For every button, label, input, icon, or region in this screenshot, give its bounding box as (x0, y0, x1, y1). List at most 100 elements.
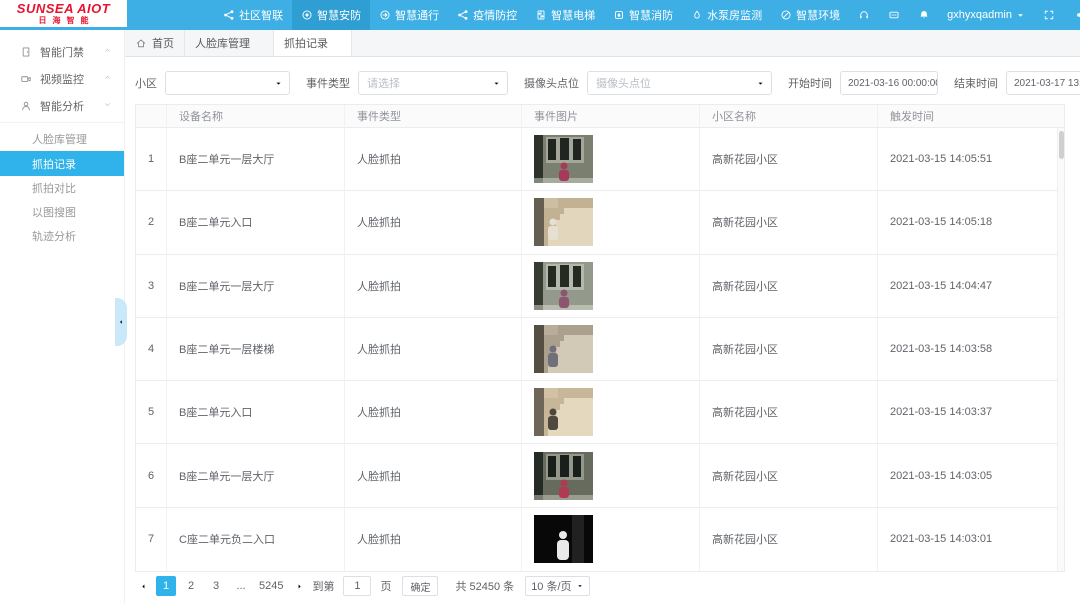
community-select[interactable] (165, 71, 290, 95)
event-snapshot-image[interactable] (534, 515, 593, 563)
person-icon (20, 100, 32, 112)
shield-target-icon (301, 9, 313, 21)
page-size-value: 10 条/页 (531, 578, 571, 594)
page-size-select[interactable]: 10 条/页 (525, 576, 589, 596)
top-nav-item-label: 智慧环境 (796, 7, 840, 23)
page-button[interactable]: 1 (156, 576, 176, 596)
pagination: 123...5245 到第 页 确定 共 52450 条 10 条/页 (135, 574, 590, 598)
community-name-cell: 高新花园小区 (700, 318, 878, 381)
row-index: 7 (136, 508, 167, 571)
bell-icon (918, 9, 930, 21)
sidebar-group-2[interactable]: 视频监控 (0, 65, 124, 92)
top-nav-item[interactable]: 智慧通行 (370, 0, 448, 30)
community-name-cell: 高新花园小区 (700, 508, 878, 571)
top-nav-item-label: 智慧电梯 (551, 7, 595, 23)
end-time-input[interactable]: 2021-03-17 13:06:04 (1006, 71, 1080, 95)
top-nav-item[interactable]: 智慧环境 (771, 0, 849, 30)
tab-label: 首页 (152, 35, 174, 51)
page-button[interactable]: 3 (206, 576, 226, 596)
page-ellipsis: ... (231, 576, 251, 596)
trigger-time-cell: 2021-03-15 14:05:51 (878, 128, 1064, 191)
goto-confirm-button[interactable]: 确定 (402, 576, 438, 596)
event-snapshot-image[interactable] (534, 135, 593, 183)
sidebar-item-label: 轨迹分析 (32, 228, 76, 244)
row-index: 6 (136, 444, 167, 507)
sidebar-item[interactable]: 以图搜图 (0, 200, 124, 224)
event-snapshot-image[interactable] (534, 262, 593, 310)
event-snapshot-image[interactable] (534, 325, 593, 373)
column-header: 设备名称 (167, 105, 345, 128)
network-icon (223, 9, 235, 21)
camera-icon (20, 73, 32, 85)
tab-close-icon[interactable] (333, 39, 341, 47)
fullscreen-button[interactable] (1033, 9, 1065, 21)
sidebar-group-label: 智能分析 (40, 98, 84, 114)
event-snapshot-image[interactable] (534, 198, 593, 246)
table-row: 5B座二单元入口人脸抓拍高新花园小区2021-03-15 14:03:37 (136, 381, 1064, 444)
sidebar-item[interactable]: 抓拍记录 (0, 151, 124, 176)
event-snapshot-image[interactable] (534, 452, 593, 500)
camera-select[interactable]: 摄像头点位 (587, 71, 772, 95)
top-nav-item[interactable]: 智慧消防 (604, 0, 682, 30)
elevator-icon (535, 9, 547, 21)
user-menu[interactable]: gxhyxqadmin (939, 0, 1033, 30)
logo: SUNSEA AIOT 日海智能 (0, 0, 127, 27)
sidebar-item[interactable]: 抓拍对比 (0, 176, 124, 200)
bell-button[interactable] (909, 0, 939, 30)
event-type-cell: 人脸抓拍 (345, 318, 522, 381)
table-row: 2B座二单元入口人脸抓拍高新花园小区2021-03-15 14:05:18 (136, 191, 1064, 254)
page-button[interactable]: 5245 (256, 576, 286, 596)
device-name-cell: B座二单元一层大厅 (167, 444, 345, 507)
end-time-label: 结束时间 (954, 75, 998, 91)
row-index: 2 (136, 191, 167, 254)
headset-button[interactable] (849, 0, 879, 30)
home-icon (135, 37, 147, 49)
next-page-button[interactable] (291, 576, 307, 596)
top-nav-item[interactable]: 水泵房监测 (682, 0, 771, 30)
scrollbar-thumb[interactable] (1059, 131, 1064, 159)
tab-2[interactable]: 人脸库管理 (185, 30, 274, 56)
sidebar-group-3[interactable]: 智能分析 (0, 92, 124, 119)
page-button[interactable]: 2 (181, 576, 201, 596)
tab-1[interactable]: 首页 (125, 30, 185, 56)
top-nav-item-label: 智慧通行 (395, 7, 439, 23)
top-nav-item[interactable]: 智慧安防 (292, 0, 370, 30)
caret-down-icon (1016, 11, 1025, 20)
sidebar-group-1[interactable]: 智能门禁 (0, 38, 124, 65)
message-button[interactable] (879, 0, 909, 30)
chevron-down-icon (492, 79, 501, 88)
goto-page-input[interactable] (343, 576, 371, 596)
table-scrollbar[interactable] (1057, 128, 1064, 571)
top-nav-item[interactable]: 智慧电梯 (526, 0, 604, 30)
leaf-icon (780, 9, 792, 21)
tab-close-icon[interactable] (255, 39, 263, 47)
camera-select-placeholder: 摄像头点位 (596, 75, 752, 91)
start-time-input[interactable]: 2021-03-16 00:00:00 (840, 71, 938, 95)
community-name-cell: 高新花园小区 (700, 381, 878, 444)
community-name-cell: 高新花园小区 (700, 128, 878, 191)
speaker-icon (1075, 9, 1080, 21)
sidebar-collapse-handle[interactable] (115, 298, 127, 346)
total-count-label: 共 52450 条 (455, 578, 514, 594)
top-nav-item[interactable]: 社区智联 (214, 0, 292, 30)
prev-page-button[interactable] (135, 576, 151, 596)
sidebar-item-label: 抓拍对比 (32, 180, 76, 196)
event-snapshot-image[interactable] (534, 388, 593, 436)
top-nav-item[interactable]: 疫情防控 (448, 0, 526, 30)
top-nav: 社区智联智慧安防 智慧通行疫情防控 智慧电梯智慧消防水泵房监测 智慧环境 (214, 0, 849, 30)
sidebar-item[interactable]: 轨迹分析 (0, 224, 124, 248)
tab-3[interactable]: 抓拍记录 (274, 30, 352, 56)
speaker-button[interactable] (1065, 9, 1080, 21)
sidebar-item[interactable]: 人脸库管理 (0, 127, 124, 151)
chevron-down-icon (756, 79, 765, 88)
event-type-select-placeholder: 请选择 (367, 75, 488, 91)
trigger-time-cell: 2021-03-15 14:04:47 (878, 255, 1064, 318)
event-type-cell: 人脸抓拍 (345, 381, 522, 444)
event-type-cell: 人脸抓拍 (345, 128, 522, 191)
chevron-down-icon (103, 100, 112, 109)
event-image-cell (522, 255, 700, 318)
logo-line2: 日海智能 (33, 16, 95, 25)
event-type-select[interactable]: 请选择 (358, 71, 508, 95)
water-icon (691, 9, 703, 21)
chevron-down-icon (274, 79, 283, 88)
